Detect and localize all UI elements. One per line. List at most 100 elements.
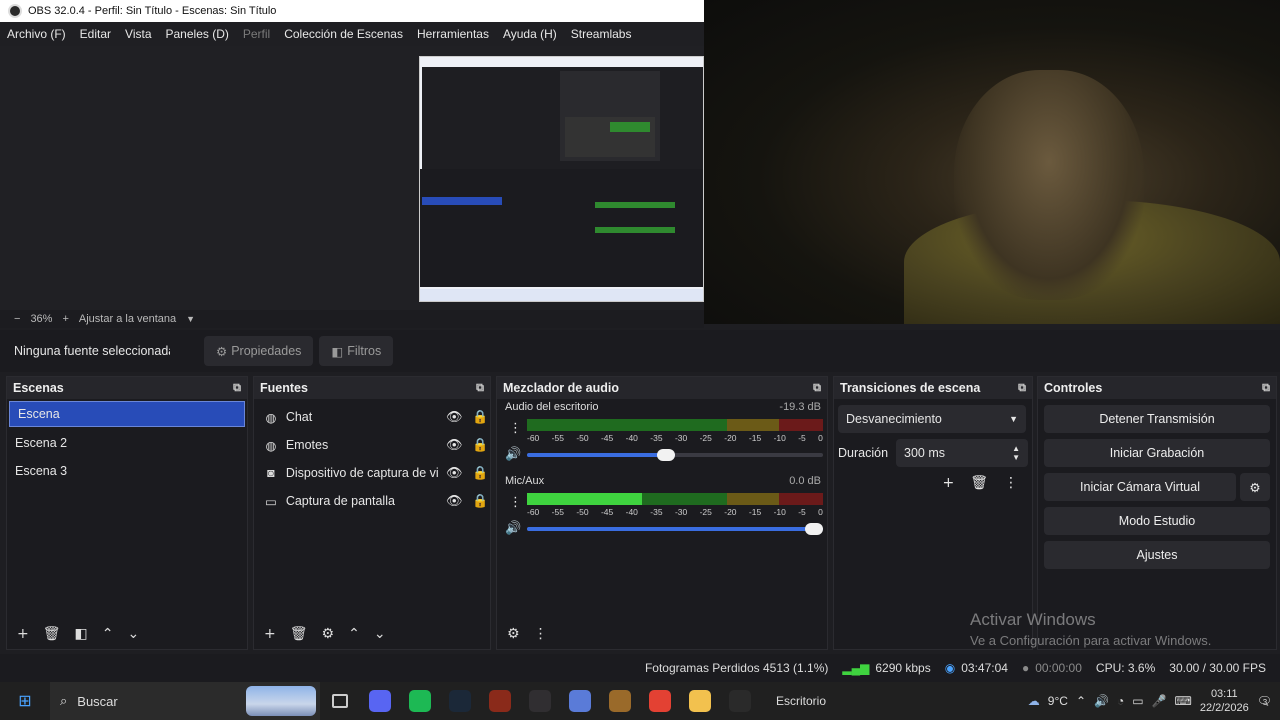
rec-time: 00:00:00 <box>1035 661 1082 675</box>
zoom-out-button[interactable]: − <box>14 313 20 325</box>
epic-games-icon[interactable] <box>720 682 760 720</box>
arrow-down-icon[interactable]: ⌄ <box>127 626 139 642</box>
scenes-dock: Escenas ⧉ Escena Escena 2 Escena 3 + 🗑 ◧ ⌃… <box>6 376 248 650</box>
virtual-camera-settings-button[interactable]: ⚙ <box>1240 473 1270 501</box>
undock-icon[interactable]: ⧉ <box>233 382 241 395</box>
menu-item[interactable]: Perfil <box>236 27 277 41</box>
discord-icon[interactable] <box>360 682 400 720</box>
menu-item[interactable]: Streamlabs <box>564 27 639 41</box>
source-item[interactable]: ◍ Chat 👁 🔒 <box>254 403 490 431</box>
network-icon[interactable]: ◔ <box>1117 694 1124 708</box>
add-icon[interactable]: + <box>942 475 954 491</box>
speaker-icon[interactable]: 🔊 <box>505 521 521 536</box>
volume-slider[interactable] <box>527 449 823 461</box>
filters-button[interactable]: ◧ Filtros <box>319 336 394 366</box>
game-2-icon[interactable] <box>600 682 640 720</box>
undock-icon[interactable]: ⧉ <box>476 382 484 395</box>
temperature[interactable]: 9°C <box>1048 694 1068 708</box>
source-list: ◍ Chat 👁 🔒 ◍ Emotes 👁 🔒 ◙ Dispositivo de captura … <box>254 399 490 515</box>
volume-knob[interactable] <box>657 449 675 461</box>
source-item[interactable]: ▭ Captura de pantalla 👁 🔒 <box>254 487 490 515</box>
trash-icon[interactable]: 🗑 <box>290 626 308 642</box>
trash-icon[interactable]: 🗑 <box>43 626 61 642</box>
properties-button[interactable]: ⚙ Propiedades <box>204 336 314 366</box>
menu-item[interactable]: Vista <box>118 27 158 41</box>
transition-select[interactable]: Desvanecimiento ▼ <box>838 405 1026 433</box>
arrow-down-icon[interactable]: ⌄ <box>374 626 386 642</box>
obs-icon[interactable] <box>520 682 560 720</box>
undock-icon[interactable]: ⧉ <box>813 382 821 395</box>
clock[interactable]: 03:11 22/2/2026 <box>1200 687 1249 715</box>
eye-icon[interactable]: 👁 <box>444 465 464 481</box>
arrow-up-icon[interactable]: ⌃ <box>102 626 114 642</box>
lock-icon[interactable]: 🔒 <box>470 465 490 481</box>
kebab-menu-icon[interactable]: ⋮ <box>534 626 548 642</box>
stop-stream-button[interactable]: Detener Transmisión <box>1044 405 1270 433</box>
menu-item[interactable]: Ayuda (H) <box>496 27 564 41</box>
notifications-icon[interactable]: 🗨 3 <box>1257 694 1272 708</box>
keyboard-icon[interactable]: ⌨ <box>1175 694 1192 708</box>
eye-icon[interactable]: 👁 <box>444 437 464 453</box>
undock-icon[interactable]: ⧉ <box>1262 382 1270 395</box>
eye-icon[interactable]: 👁 <box>444 409 464 425</box>
mic-icon[interactable]: 🎤 <box>1152 694 1167 708</box>
kebab-menu-icon[interactable]: ⋮ <box>1004 475 1018 491</box>
gears-icon[interactable]: ⚙ <box>507 626 520 642</box>
transition-actions: + 🗑 ⋮ <box>834 475 1032 491</box>
volume-icon[interactable]: 🔊 <box>1094 694 1109 708</box>
app-icon[interactable] <box>560 682 600 720</box>
duration-row: Duración 300 ms ▲ ▼ <box>838 439 1028 467</box>
arrow-up-icon[interactable]: ⌃ <box>348 626 360 642</box>
spotify-icon[interactable] <box>400 682 440 720</box>
gear-icon[interactable]: ⚙ <box>322 626 335 642</box>
add-icon[interactable]: + <box>17 626 29 642</box>
watermark-title: Activar Windows <box>970 610 1096 629</box>
steam-icon[interactable] <box>440 682 480 720</box>
menu-item[interactable]: Editar <box>73 27 118 41</box>
scene-item[interactable]: Escena 2 <box>7 429 247 457</box>
fit-window-label[interactable]: Ajustar a la ventana <box>79 313 176 325</box>
taskbar-search[interactable]: ⌕ Buscar <box>50 682 320 720</box>
start-virtual-camera-button[interactable]: Iniciar Cámara Virtual <box>1044 473 1236 501</box>
menu-item[interactable]: Colección de Escenas <box>277 27 410 41</box>
studio-mode-button[interactable]: Modo Estudio <box>1044 507 1270 535</box>
trash-icon[interactable]: 🗑 <box>970 475 988 491</box>
speaker-icon[interactable]: 🔊 <box>505 447 521 462</box>
scene-item[interactable]: Escena 3 <box>7 457 247 485</box>
menu-item[interactable]: Archivo (F) <box>0 27 73 41</box>
filter-icon[interactable]: ◧ <box>75 626 88 642</box>
windows-start-icon[interactable]: ⊞ <box>0 691 50 711</box>
volume-knob[interactable] <box>805 523 823 535</box>
lock-icon[interactable]: 🔒 <box>470 437 490 453</box>
chevron-down-icon[interactable]: ▼ <box>186 314 195 324</box>
meter-tick-label: -15 <box>748 433 762 443</box>
settings-button[interactable]: Ajustes <box>1044 541 1270 569</box>
eye-icon[interactable]: 👁 <box>444 493 464 509</box>
menu-item[interactable]: Paneles (D) <box>159 27 236 41</box>
battery-icon[interactable]: ▭ <box>1132 694 1143 708</box>
lock-icon[interactable]: 🔒 <box>470 409 490 425</box>
zoom-in-button[interactable]: + <box>62 313 68 325</box>
weather-icon[interactable]: ☁ <box>1028 694 1040 708</box>
task-view-icon[interactable] <box>320 682 360 720</box>
chrome-icon[interactable] <box>640 682 680 720</box>
window-title: OBS 32.0.4 - Perfil: Sin Título - Escena… <box>28 5 277 17</box>
kebab-menu-icon[interactable]: ⋮ <box>509 495 522 510</box>
chevron-up-icon[interactable]: ⌃ <box>1076 694 1086 708</box>
game-icon[interactable] <box>480 682 520 720</box>
folder-icon[interactable] <box>680 682 720 720</box>
kebab-menu-icon[interactable]: ⋮ <box>509 421 522 436</box>
source-item[interactable]: ◙ Dispositivo de captura de video 👁 🔒 <box>254 459 490 487</box>
source-item[interactable]: ◍ Emotes 👁 🔒 <box>254 431 490 459</box>
lock-icon[interactable]: 🔒 <box>470 493 490 509</box>
undock-icon[interactable]: ⧉ <box>1018 382 1026 395</box>
volume-slider[interactable] <box>527 523 823 535</box>
add-icon[interactable]: + <box>264 626 276 642</box>
duration-spinbox[interactable]: 300 ms ▲ ▼ <box>896 439 1028 467</box>
start-recording-button[interactable]: Iniciar Grabación <box>1044 439 1270 467</box>
scene-item[interactable]: Escena <box>9 401 245 427</box>
spin-arrows-icon[interactable]: ▲ ▼ <box>1012 444 1020 462</box>
filter-icon: ◧ <box>331 344 344 359</box>
menu-item[interactable]: Herramientas <box>410 27 496 41</box>
desktop-label[interactable]: Escritorio <box>776 694 826 708</box>
